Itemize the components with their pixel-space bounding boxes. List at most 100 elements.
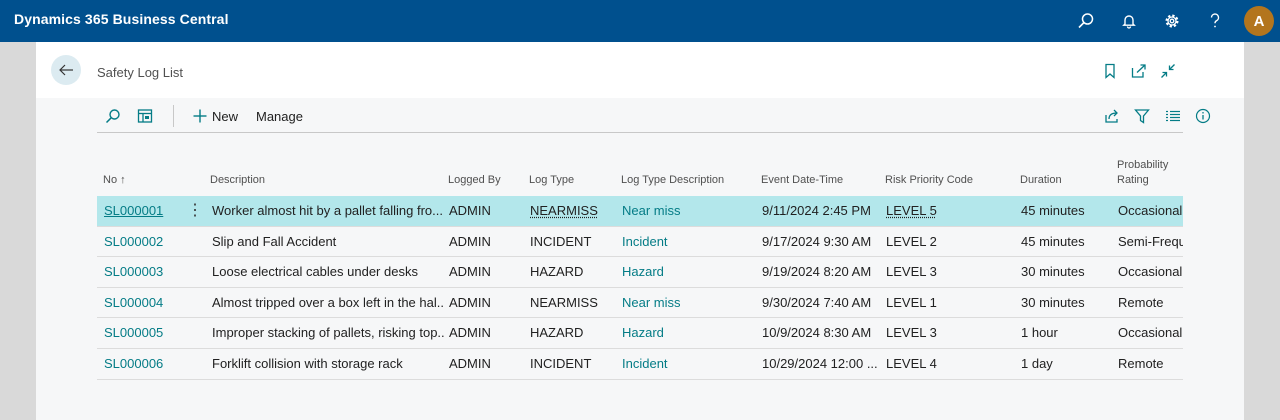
cell-probability-rating[interactable]: Semi-Frequ — [1118, 227, 1183, 257]
analysis-mode-icon[interactable] — [135, 106, 155, 126]
gear-icon[interactable] — [1159, 8, 1185, 34]
cell-event-datetime[interactable]: 9/19/2024 8:20 AM — [762, 257, 878, 287]
cell-risk-priority-code[interactable]: LEVEL 4 — [886, 349, 1012, 379]
cell-log-type[interactable]: INCIDENT — [530, 349, 614, 379]
table-row[interactable]: SL000003 Loose electrical cables under de… — [97, 257, 1183, 288]
cell-duration[interactable]: 45 minutes — [1021, 196, 1111, 226]
cell-event-datetime[interactable]: 10/9/2024 8:30 AM — [762, 318, 878, 348]
cell-risk-priority-code[interactable]: LEVEL 1 — [886, 288, 1012, 318]
cell-log-type-description[interactable]: Hazard — [622, 318, 752, 348]
cell-logged-by[interactable]: ADMIN — [449, 318, 521, 348]
action-separator — [173, 105, 174, 127]
cell-logged-by[interactable]: ADMIN — [449, 257, 521, 287]
cell-logged-by[interactable]: ADMIN — [449, 288, 521, 318]
cell-logged-by[interactable]: ADMIN — [449, 196, 521, 226]
page: Safety Log List New Manage No ↑ Descript… — [36, 42, 1244, 420]
table-row[interactable]: SL000001 Worker almost hit by a pallet fa… — [97, 196, 1183, 227]
table-row[interactable]: SL000006 Forklift collision with storage … — [97, 349, 1183, 380]
column-header-risk-priority-code[interactable]: Risk Priority Code — [885, 173, 973, 188]
sort-ascending-icon: ↑ — [120, 174, 126, 186]
cell-event-datetime[interactable]: 10/29/2024 12:00 ... — [762, 349, 878, 379]
action-bar: New Manage — [97, 102, 1211, 133]
cell-log-type-description[interactable]: Incident — [622, 227, 752, 257]
column-header-logged-by[interactable]: Logged By — [448, 173, 501, 188]
cell-risk-priority-code[interactable]: LEVEL 3 — [886, 318, 1012, 348]
info-icon[interactable] — [1193, 106, 1213, 126]
bell-icon[interactable] — [1116, 8, 1142, 34]
cell-duration[interactable]: 1 day — [1021, 349, 1111, 379]
table-row[interactable]: SL000004 Almost tripped over a box left i… — [97, 288, 1183, 319]
cell-description[interactable]: Forklift collision with storage rack — [212, 349, 444, 379]
column-header-event-datetime[interactable]: Event Date-Time — [761, 173, 843, 188]
table-row[interactable]: SL000002 Slip and Fall Accident ADMIN INCID… — [97, 227, 1183, 258]
cell-log-type[interactable]: HAZARD — [530, 318, 614, 348]
arrow-left-icon — [59, 64, 73, 76]
column-header-no[interactable]: No ↑ — [103, 173, 126, 188]
cell-event-datetime[interactable]: 9/30/2024 7:40 AM — [762, 288, 878, 318]
column-header-log-type-description[interactable]: Log Type Description — [621, 173, 724, 188]
cell-log-type[interactable]: NEARMISS — [530, 288, 614, 318]
new-button-label: New — [212, 108, 239, 124]
manage-button[interactable]: Manage — [256, 106, 303, 126]
filter-icon[interactable] — [1132, 106, 1152, 126]
back-button[interactable] — [51, 55, 81, 85]
column-header-log-type[interactable]: Log Type — [529, 173, 574, 188]
cell-probability-rating[interactable]: Remote — [1118, 288, 1183, 318]
cell-event-datetime[interactable]: 9/11/2024 2:45 PM — [762, 196, 878, 226]
cell-log-type[interactable]: NEARMISS — [530, 196, 614, 226]
cell-duration[interactable]: 1 hour — [1021, 318, 1111, 348]
cell-probability-rating[interactable]: Remote — [1118, 349, 1183, 379]
cell-risk-priority-code[interactable]: LEVEL 5 — [886, 196, 1012, 226]
cell-log-type-description[interactable]: Near miss — [622, 196, 752, 226]
avatar[interactable]: A — [1244, 6, 1274, 36]
new-button[interactable]: New — [193, 106, 238, 126]
cell-no[interactable]: SL000003 — [104, 257, 184, 287]
cell-risk-priority-code[interactable]: LEVEL 3 — [886, 257, 1012, 287]
cell-duration[interactable]: 30 minutes — [1021, 288, 1111, 318]
cell-duration[interactable]: 30 minutes — [1021, 257, 1111, 287]
cell-duration[interactable]: 45 minutes — [1021, 227, 1111, 257]
help-icon[interactable] — [1202, 8, 1228, 34]
cell-probability-rating[interactable]: Occasional — [1118, 257, 1183, 287]
cell-no[interactable]: SL000004 — [104, 288, 184, 318]
cell-logged-by[interactable]: ADMIN — [449, 349, 521, 379]
column-header-description[interactable]: Description — [210, 173, 265, 188]
cell-description[interactable]: Loose electrical cables under desks — [212, 257, 444, 287]
grid-header-row: No ↑ Description Logged By Log Type Log … — [97, 152, 1183, 196]
cell-log-type-description[interactable]: Incident — [622, 349, 752, 379]
cell-logged-by[interactable]: ADMIN — [449, 227, 521, 257]
cell-no[interactable]: SL000005 — [104, 318, 184, 348]
cell-log-type-description[interactable]: Near miss — [622, 288, 752, 318]
list-view-icon[interactable] — [1163, 106, 1183, 126]
open-new-window-icon[interactable] — [1130, 62, 1148, 80]
cell-probability-rating[interactable]: Occasional — [1118, 196, 1183, 226]
cell-log-type[interactable]: HAZARD — [530, 257, 614, 287]
row-more-options-icon[interactable]: ⋮ — [187, 196, 203, 226]
safety-log-grid: No ↑ Description Logged By Log Type Log … — [97, 152, 1183, 380]
manage-button-label: Manage — [256, 108, 303, 124]
cell-no[interactable]: SL000001 — [104, 196, 184, 226]
grid-body: SL000001 Worker almost hit by a pallet fa… — [97, 196, 1183, 380]
bookmark-icon[interactable] — [1101, 62, 1119, 80]
column-header-duration[interactable]: Duration — [1020, 173, 1062, 188]
top-bar: Dynamics 365 Business Central A — [0, 0, 1280, 42]
collapse-icon[interactable] — [1159, 62, 1177, 80]
cell-risk-priority-code[interactable]: LEVEL 2 — [886, 227, 1012, 257]
table-row[interactable]: SL000005 Improper stacking of pallets, ri… — [97, 318, 1183, 349]
cell-log-type-description[interactable]: Hazard — [622, 257, 752, 287]
cell-log-type[interactable]: INCIDENT — [530, 227, 614, 257]
share-icon[interactable] — [1102, 106, 1122, 126]
cell-description[interactable]: Slip and Fall Accident — [212, 227, 444, 257]
cell-description[interactable]: Almost tripped over a box left in the ha… — [212, 288, 444, 318]
cell-event-datetime[interactable]: 9/17/2024 9:30 AM — [762, 227, 878, 257]
cell-description[interactable]: Improper stacking of pallets, risking to… — [212, 318, 444, 348]
page-title: Safety Log List — [97, 65, 183, 80]
cell-probability-rating[interactable]: Occasional — [1118, 318, 1183, 348]
cell-no[interactable]: SL000002 — [104, 227, 184, 257]
app-title: Dynamics 365 Business Central — [14, 11, 229, 27]
search-icon[interactable] — [103, 106, 123, 126]
cell-no[interactable]: SL000006 — [104, 349, 184, 379]
cell-description[interactable]: Worker almost hit by a pallet falling fr… — [212, 196, 444, 226]
column-header-probability-rating[interactable]: Probability Rating — [1117, 158, 1168, 188]
search-icon[interactable] — [1073, 8, 1099, 34]
